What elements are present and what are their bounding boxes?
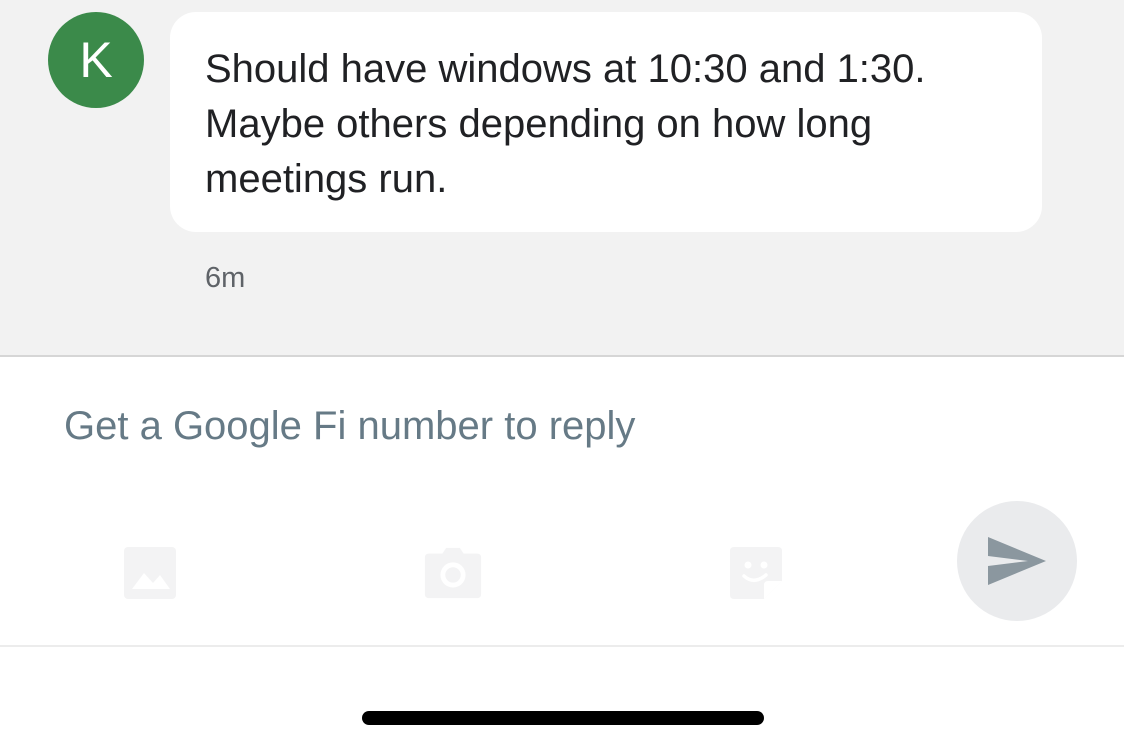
bottom-divider (0, 645, 1124, 647)
sender-avatar[interactable]: K (48, 12, 144, 108)
camera-icon[interactable] (423, 543, 483, 603)
message-thread: K Should have windows at 10:30 and 1:30.… (0, 0, 1124, 355)
message-timestamp: 6m (205, 262, 246, 294)
gallery-icon[interactable] (120, 543, 180, 603)
send-icon (988, 537, 1046, 585)
composer-divider (0, 355, 1124, 357)
send-button[interactable] (957, 501, 1077, 621)
sticker-icon[interactable] (726, 543, 786, 603)
message-bubble[interactable]: Should have windows at 10:30 and 1:30. M… (170, 12, 1042, 232)
home-indicator[interactable] (362, 711, 764, 725)
message-text: Should have windows at 10:30 and 1:30. M… (205, 47, 926, 201)
reply-prompt[interactable]: Get a Google Fi number to reply (64, 404, 635, 449)
